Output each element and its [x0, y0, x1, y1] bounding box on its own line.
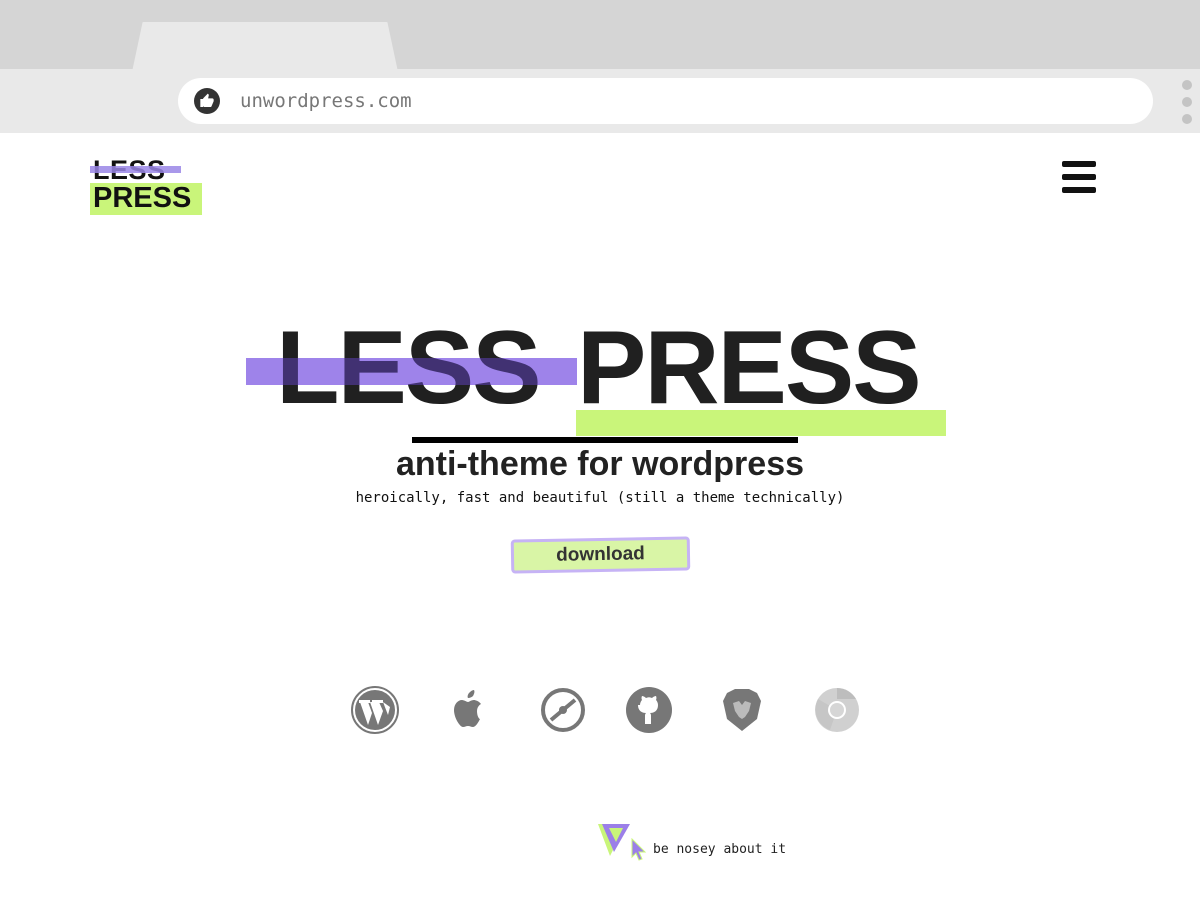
wordpress-icon[interactable] [350, 685, 400, 735]
platform-icons [0, 685, 1200, 735]
hero-less-strike [246, 358, 577, 385]
chrome-icon[interactable] [812, 685, 862, 735]
hero-press-text: PRESS [577, 310, 922, 426]
hero-underline [412, 437, 798, 443]
logo-strike [90, 166, 181, 173]
github-icon[interactable] [624, 685, 674, 735]
brave-lion-icon[interactable] [717, 685, 767, 735]
vite-logo-icon [598, 824, 630, 856]
cursor-icon [631, 838, 647, 861]
subline: heroically, fast and beautiful (still a … [355, 490, 845, 506]
browser-menu-dots-icon[interactable] [1182, 80, 1192, 131]
nosey-hint: be nosey about it [653, 842, 787, 857]
thumbs-up-icon [194, 88, 220, 114]
address-bar[interactable]: unwordpress.com [178, 78, 1153, 124]
hamburger-menu-icon[interactable] [1062, 161, 1096, 193]
url-text[interactable]: unwordpress.com [240, 90, 412, 112]
brave-alt-icon[interactable] [538, 685, 588, 735]
logo-press-text: PRESS [93, 182, 192, 214]
site-logo[interactable]: LESS PRESS [90, 155, 205, 217]
apple-icon[interactable] [444, 685, 494, 735]
browser-tab[interactable] [132, 22, 398, 72]
download-button[interactable]: download [510, 536, 691, 574]
tagline: anti-theme for wordpress [395, 445, 805, 483]
